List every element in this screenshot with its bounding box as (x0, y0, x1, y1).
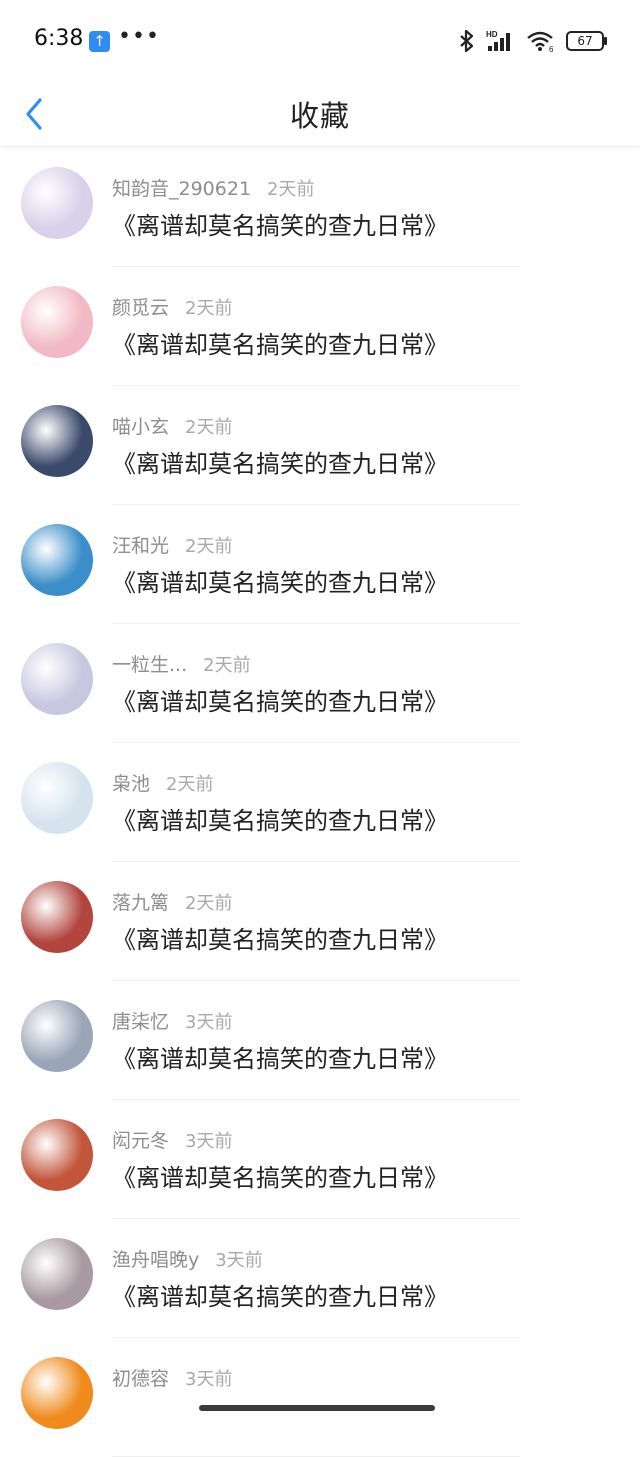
avatar[interactable] (21, 643, 93, 715)
timestamp: 2天前 (267, 179, 315, 200)
user-name[interactable]: 落九篱 (112, 892, 169, 914)
avatar[interactable] (21, 1357, 93, 1429)
item-meta: 渔舟唱晚y 3天前 (112, 1245, 263, 1272)
favorite-item[interactable]: 唐柒忆 3天前《离谱却莫名搞笑的查九日常》 (0, 981, 640, 1100)
avatar[interactable] (21, 1119, 93, 1191)
item-meta: 喵小玄 2天前 (112, 412, 232, 439)
user-name[interactable]: 唐柒忆 (112, 1011, 169, 1033)
favorite-title[interactable]: 《离谱却莫名搞笑的查九日常》 (112, 1277, 448, 1312)
item-meta: 一粒生... 2天前 (112, 650, 251, 677)
favorite-title[interactable]: 《离谱却莫名搞笑的查九日常》 (112, 563, 448, 598)
cell-signal-icon: HD (486, 30, 510, 51)
timestamp: 3天前 (215, 1250, 263, 1271)
item-meta: 落九篱 2天前 (112, 888, 232, 915)
timestamp: 2天前 (185, 536, 233, 557)
avatar[interactable] (21, 524, 93, 596)
favorite-title[interactable]: 《离谱却莫名搞笑的查九日常》 (112, 1158, 448, 1193)
favorite-item[interactable]: 落九篱 2天前《离谱却莫名搞笑的查九日常》 (0, 862, 640, 981)
timestamp: 3天前 (185, 1131, 233, 1152)
user-name[interactable]: 一粒生... (112, 654, 187, 676)
timestamp: 2天前 (185, 298, 233, 319)
avatar[interactable] (21, 286, 93, 358)
status-bar: 6:38 ↑ ••• HD 6 67 (0, 0, 640, 80)
battery-icon: 67 (566, 31, 607, 51)
user-name[interactable]: 喵小玄 (112, 416, 169, 438)
favorite-item[interactable]: 知韵音_290621 2天前《离谱却莫名搞笑的查九日常》 (0, 148, 640, 267)
bluetooth-icon (460, 29, 474, 53)
avatar[interactable] (21, 1000, 93, 1072)
page-title: 收藏 (289, 99, 350, 133)
user-name[interactable]: 初德容 (112, 1368, 169, 1390)
status-time: 6:38 (34, 26, 84, 51)
timestamp: 3天前 (185, 1369, 233, 1390)
favorite-item[interactable]: 一粒生... 2天前《离谱却莫名搞笑的查九日常》 (0, 624, 640, 743)
user-name[interactable]: 枭池 (112, 773, 150, 795)
timestamp: 2天前 (203, 655, 251, 676)
item-meta: 枭池 2天前 (112, 769, 213, 796)
user-name[interactable]: 闳元冬 (112, 1130, 169, 1152)
favorite-title[interactable]: 《离谱却莫名搞笑的查九日常》 (112, 682, 448, 717)
item-meta: 汪和光 2天前 (112, 531, 232, 558)
avatar[interactable] (21, 881, 93, 953)
timestamp: 2天前 (185, 893, 233, 914)
timestamp: 2天前 (185, 417, 233, 438)
timestamp: 2天前 (166, 774, 214, 795)
svg-text:6: 6 (549, 45, 554, 53)
favorite-title[interactable]: 《离谱却莫名搞笑的查九日常》 (112, 444, 448, 479)
favorite-title[interactable]: 《离谱却莫名搞笑的查九日常》 (112, 801, 448, 836)
home-indicator[interactable] (199, 1405, 435, 1411)
favorite-title[interactable]: 《离谱却莫名搞笑的查九日常》 (112, 920, 448, 955)
favorite-item[interactable]: 颜觅云 2天前《离谱却莫名搞笑的查九日常》 (0, 267, 640, 386)
favorite-item[interactable]: 闳元冬 3天前《离谱却莫名搞笑的查九日常》 (0, 1100, 640, 1219)
item-meta: 唐柒忆 3天前 (112, 1007, 232, 1034)
item-meta: 知韵音_290621 2天前 (112, 174, 314, 201)
favorite-item[interactable]: 枭池 2天前《离谱却莫名搞笑的查九日常》 (0, 743, 640, 862)
wifi-icon: 6 (527, 31, 554, 53)
avatar[interactable] (21, 762, 93, 834)
upload-icon: ↑ (89, 31, 110, 52)
favorite-item[interactable]: 渔舟唱晚y 3天前《离谱却莫名搞笑的查九日常》 (0, 1219, 640, 1338)
item-meta: 颜觅云 2天前 (112, 293, 232, 320)
svg-text:HD: HD (486, 30, 498, 39)
battery-level: 67 (577, 34, 593, 48)
favorite-title[interactable]: 《离谱却莫名搞笑的查九日常》 (112, 1039, 448, 1074)
favorites-list: 知韵音_290621 2天前 《离谱却莫名搞笑的查九日常》 颜觅云 2天前 《离谱却莫名搞… (0, 148, 640, 1457)
favorite-item[interactable]: 初德容 3天前 (0, 1338, 640, 1457)
favorite-title[interactable]: 《离谱却莫名搞笑的查九日常》 (112, 206, 448, 241)
avatar[interactable] (21, 405, 93, 477)
item-meta: 闳元冬 3天前 (112, 1126, 232, 1153)
more-notifications-icon: ••• (118, 24, 160, 49)
favorite-item[interactable]: 喵小玄 2天前《离谱却莫名搞笑的查九日常》 (0, 386, 640, 505)
user-name[interactable]: 汪和光 (112, 535, 169, 557)
user-name[interactable]: 渔舟唱晚y (112, 1249, 199, 1271)
user-name[interactable]: 知韵音_290621 (112, 178, 251, 200)
status-icons: HD 6 67 (458, 28, 607, 54)
favorite-title[interactable]: 《离谱却莫名搞笑的查九日常》 (112, 325, 448, 360)
top-bar: 6:38 ↑ ••• HD 6 67 收藏 (0, 0, 640, 147)
user-name[interactable]: 颜觅云 (112, 297, 169, 319)
timestamp: 3天前 (185, 1012, 233, 1033)
avatar[interactable] (21, 1238, 93, 1310)
favorite-item[interactable]: 汪和光 2天前《离谱却莫名搞笑的查九日常》 (0, 505, 640, 624)
item-meta: 初德容 3天前 (112, 1364, 232, 1391)
avatar[interactable] (21, 167, 93, 239)
